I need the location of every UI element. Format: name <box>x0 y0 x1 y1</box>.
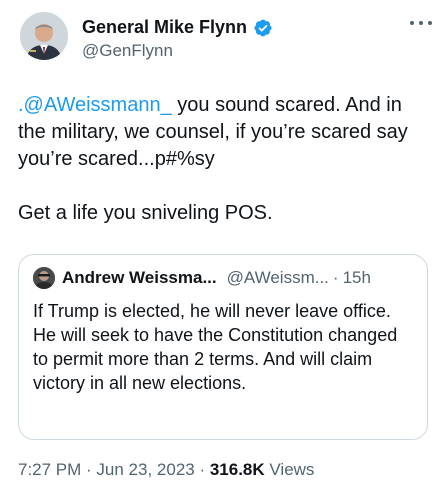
quote-handle: @AWeissm... <box>226 268 329 287</box>
quote-display-name: Andrew Weissma... <box>62 268 217 287</box>
verified-badge-icon[interactable] <box>253 18 273 38</box>
quote-text: If Trump is elected, he will never leave… <box>33 301 398 393</box>
tweet-meta: 7:27 PM · Jun 23, 2023 · 316.8K Views <box>18 460 314 480</box>
meta-separator: · <box>81 460 97 479</box>
author-avatar[interactable] <box>20 12 68 60</box>
tweet-paragraph-2: Get a life you sniveling POS. <box>18 202 273 224</box>
quote-header: Andrew Weissma... @AWeissm... · 15h <box>33 267 417 289</box>
more-dot <box>410 21 414 25</box>
tweet-date[interactable]: Jun 23, 2023 <box>96 460 194 479</box>
views-count[interactable]: 316.8K <box>210 460 265 479</box>
more-dot <box>419 21 423 25</box>
tweet-text: .@AWeissmann_ you sound scared. And in t… <box>18 92 433 227</box>
quote-timestamp: 15h <box>342 268 371 287</box>
more-dot <box>428 21 432 25</box>
views-label: Views <box>264 460 315 479</box>
quoted-tweet[interactable]: Andrew Weissma... @AWeissm... · 15h If T… <box>18 254 428 440</box>
quote-avatar[interactable] <box>33 267 55 289</box>
more-options-icon[interactable] <box>410 18 432 28</box>
mention-link[interactable]: .@AWeissmann_ <box>18 94 172 116</box>
tweet-card: General Mike Flynn @GenFlynn .@AWeissman… <box>0 0 446 500</box>
avatar-photo <box>20 12 68 60</box>
author-display-name[interactable]: General Mike Flynn <box>82 17 247 38</box>
meta-separator: · <box>194 460 210 479</box>
author-handle[interactable]: @GenFlynn <box>82 41 173 61</box>
tweet-paragraph-1: .@AWeissmann_ you sound scared. And in t… <box>18 92 433 173</box>
tweet-time[interactable]: 7:27 PM <box>18 460 81 479</box>
quote-avatar-photo <box>33 267 55 289</box>
quote-separator: · <box>332 268 339 287</box>
author-name-row: General Mike Flynn <box>82 17 273 38</box>
